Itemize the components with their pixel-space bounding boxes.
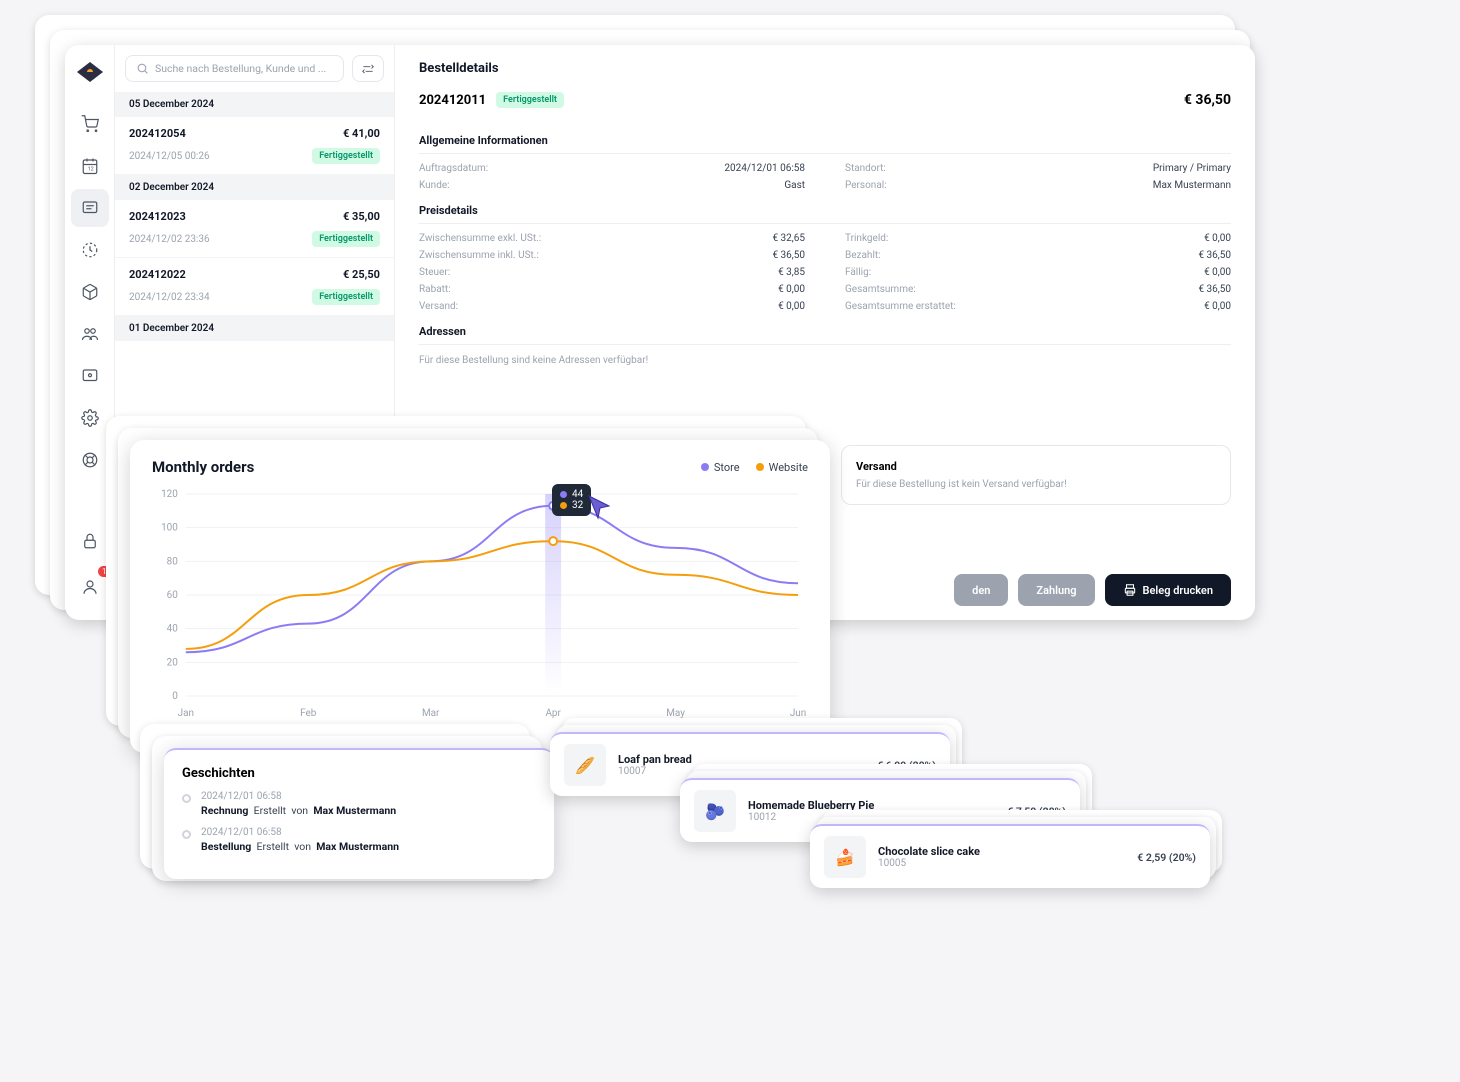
product-image: 🥖 — [564, 744, 606, 786]
info-row: Standort:Primary / Primary — [845, 160, 1231, 177]
order-list-item[interactable]: 202412023 € 35,00 2024/12/02 23:36 Fertigg… — [115, 200, 394, 258]
svg-text:0: 0 — [172, 691, 178, 702]
info-row: Personal:Max Mustermann — [845, 177, 1231, 194]
svg-text:Jan: Jan — [178, 708, 194, 719]
order-id: 202412023 — [129, 210, 186, 223]
nav-lock[interactable] — [71, 522, 109, 560]
cursor-icon — [587, 494, 1243, 734]
nav-display[interactable] — [71, 357, 109, 395]
info-row: Rabatt:€ 0,00 — [419, 281, 805, 298]
nav-calendar[interactable]: 12 — [71, 147, 109, 185]
order-price: € 25,50 — [343, 268, 380, 281]
nav-orders[interactable] — [71, 189, 109, 227]
story-title: Geschichten — [182, 766, 536, 781]
detail-title: Bestelldetails — [419, 61, 1231, 76]
search-input[interactable]: Suche nach Bestellung, Kunde und ... — [125, 55, 344, 82]
info-row: Fällig:€ 0,00 — [845, 264, 1231, 281]
svg-text:20: 20 — [167, 657, 179, 668]
svg-text:120: 120 — [161, 489, 178, 500]
section-price-title: Preisdetails — [419, 194, 1231, 224]
order-list-item[interactable]: 202412054 € 41,00 2024/12/05 00:26 Fertigg… — [115, 117, 394, 175]
nav-clock[interactable] — [71, 231, 109, 269]
nav-package[interactable] — [71, 273, 109, 311]
info-row: Kunde:Gast — [419, 177, 805, 194]
date-header: 02 December 2024 — [115, 175, 394, 200]
chart-tooltip: 4432 — [552, 484, 591, 516]
info-row: Trinkgeld:€ 0,00 — [845, 230, 1231, 247]
order-status: Fertiggestellt — [312, 148, 380, 164]
addresses-empty: Für diese Bestellung sind keine Adressen… — [419, 351, 1231, 374]
order-time: 2024/12/05 00:26 — [129, 151, 210, 162]
nav-users[interactable] — [71, 315, 109, 353]
product-sku: 10005 — [878, 858, 1125, 869]
order-price: € 41,00 — [343, 127, 380, 140]
order-time: 2024/12/02 23:34 — [129, 292, 210, 303]
detail-order-no: 202412011 — [419, 93, 486, 108]
shipping-title: Versand — [856, 460, 1216, 473]
story-item: 2024/12/01 06:58 Bestellung Erstellt von… — [182, 827, 536, 853]
info-row: Bezahlt:€ 36,50 — [845, 247, 1231, 264]
filter-button[interactable] — [352, 55, 384, 82]
story-card: Geschichten 2024/12/01 06:58 Rechnung Er… — [164, 748, 554, 879]
order-time: 2024/12/02 23:36 — [129, 234, 210, 245]
timeline-dot-icon — [182, 794, 191, 803]
product-name: Chocolate slice cake — [878, 845, 1125, 858]
order-id: 202412054 — [129, 127, 186, 140]
info-row: Versand:€ 0,00 — [419, 298, 805, 315]
product-image: 🍰 — [824, 836, 866, 878]
svg-text:Apr: Apr — [545, 708, 561, 719]
info-row: Zwischensumme inkl. USt.:€ 36,50 — [419, 247, 805, 264]
story-item: 2024/12/01 06:58 Rechnung Erstellt von M… — [182, 791, 536, 817]
product-image: 🫐 — [694, 790, 736, 832]
detail-total: € 36,50 — [1184, 92, 1231, 108]
nav-profile[interactable] — [71, 568, 109, 606]
shipping-empty: Für diese Bestellung ist kein Versand ve… — [856, 479, 1216, 490]
info-row: Gesamtsumme erstattet:€ 0,00 — [845, 298, 1231, 315]
order-price: € 35,00 — [343, 210, 380, 223]
nav-settings[interactable] — [71, 399, 109, 437]
chart-card: Monthly orders StoreWebsite 0 20 40 60 80 100… — [130, 440, 830, 753]
order-status: Fertiggestellt — [312, 289, 380, 305]
detail-status: Fertiggestellt — [496, 92, 564, 108]
order-status: Fertiggestellt — [312, 231, 380, 247]
svg-text:Mar: Mar — [422, 708, 440, 719]
product-card[interactable]: 🍰 Chocolate slice cake 10005 € 2,59 (20%… — [810, 824, 1210, 888]
section-general-title: Allgemeine Informationen — [419, 124, 1231, 154]
nav-help[interactable] — [71, 441, 109, 479]
nav-cart[interactable] — [71, 105, 109, 143]
info-row: Steuer:€ 3,85 — [419, 264, 805, 281]
order-id: 202412022 — [129, 268, 186, 281]
product-price: € 2,59 (20%) — [1137, 851, 1196, 864]
svg-text:60: 60 — [167, 590, 179, 601]
chart-legend: StoreWebsite — [701, 461, 808, 474]
svg-text:12: 12 — [87, 167, 93, 173]
info-row: Gesamtsumme:€ 36,50 — [845, 281, 1231, 298]
svg-text:Feb: Feb — [300, 708, 317, 719]
timeline-dot-icon — [182, 830, 191, 839]
section-addresses-title: Adressen — [419, 315, 1231, 345]
search-placeholder: Suche nach Bestellung, Kunde und ... — [155, 62, 326, 75]
info-row: Zwischensumme exkl. USt.:€ 32,65 — [419, 230, 805, 247]
svg-text:80: 80 — [167, 556, 179, 567]
info-row: Auftragsdatum:2024/12/01 06:58 — [419, 160, 805, 177]
logo — [77, 59, 103, 85]
chart-title: Monthly orders — [152, 458, 254, 476]
date-header: 05 December 2024 — [115, 92, 394, 117]
svg-text:100: 100 — [161, 523, 178, 534]
order-list-item[interactable]: 202412022 € 25,50 2024/12/02 23:34 Fertigg… — [115, 258, 394, 316]
search-icon — [136, 62, 149, 75]
svg-text:40: 40 — [167, 624, 179, 635]
date-header: 01 December 2024 — [115, 316, 394, 341]
chart-plot[interactable]: 020406080100120JanFebMarAprMayJun 4432 — [152, 484, 808, 724]
